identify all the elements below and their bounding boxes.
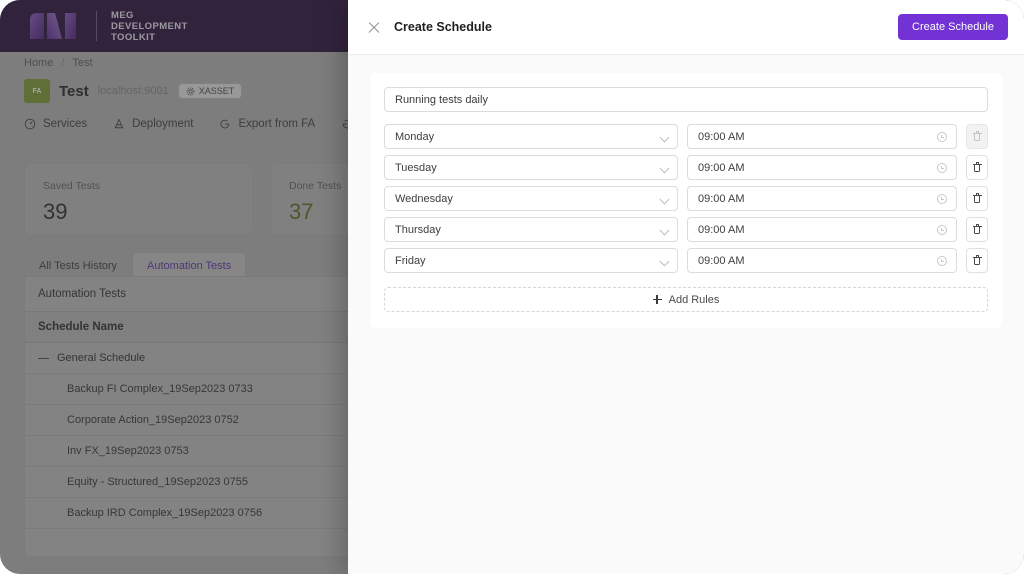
add-rules-label: Add Rules xyxy=(668,293,720,306)
deployment-icon xyxy=(113,118,125,130)
time-input[interactable]: 09:00 AM xyxy=(687,155,957,180)
rule-row: Monday 09:00 AM xyxy=(384,124,988,149)
breadcrumb-separator: / xyxy=(61,57,65,69)
tab-bar: All Tests History Automation Tests xyxy=(24,252,247,279)
gear-icon xyxy=(186,87,195,96)
modal-title: Create Schedule xyxy=(394,20,492,34)
clock-icon xyxy=(937,225,947,235)
rule-row: Wednesday 09:00 AM xyxy=(384,186,988,211)
day-select-value: Friday xyxy=(395,254,426,267)
time-input[interactable]: 09:00 AM xyxy=(687,217,957,242)
trash-icon xyxy=(972,131,982,142)
tab-all-tests-history[interactable]: All Tests History xyxy=(24,252,132,279)
brand-line-2: DEVELOPMENT xyxy=(111,20,188,32)
day-select[interactable]: Friday xyxy=(384,248,678,273)
toolbar-item-services[interactable]: Services xyxy=(24,118,87,130)
time-input[interactable]: 09:00 AM xyxy=(687,186,957,211)
close-icon[interactable] xyxy=(366,19,382,35)
breadcrumb-current: Test xyxy=(72,57,93,69)
table-row-label: Equity - Structured_19Sep2023 0755 xyxy=(67,476,249,488)
project-host: localhost:9001 xyxy=(97,85,169,97)
fa-badge: FA xyxy=(24,79,50,103)
chevron-down-icon xyxy=(660,196,668,204)
rule-row: Tuesday 09:00 AM xyxy=(384,155,988,180)
delete-rule-button[interactable] xyxy=(966,248,988,273)
tab-automation-tests[interactable]: Automation Tests xyxy=(132,252,247,279)
time-input-value: 09:00 AM xyxy=(698,254,745,267)
trash-icon xyxy=(972,193,982,204)
app-window: MEG DEVELOPMENT TOOLKIT Home / Test FA T… xyxy=(0,0,1024,574)
trash-icon xyxy=(972,162,982,173)
table-row-label: Corporate Action_19Sep2023 0752 xyxy=(67,414,239,426)
add-rules-button[interactable]: Add Rules xyxy=(384,287,988,312)
day-select-value: Wednesday xyxy=(395,192,453,205)
plus-icon xyxy=(652,295,662,304)
clock-dashboard-icon xyxy=(24,118,36,130)
time-input-value: 09:00 AM xyxy=(698,161,745,174)
project-title-row: FA Test localhost:9001 XASSET xyxy=(24,79,243,103)
minus-icon[interactable] xyxy=(38,353,49,364)
clock-icon xyxy=(937,132,947,142)
time-input[interactable]: 09:00 AM xyxy=(687,248,957,273)
toolbar: Services Deployment Export from FA xyxy=(24,118,393,130)
breadcrumb-home[interactable]: Home xyxy=(24,57,53,69)
chevron-down-icon xyxy=(660,227,668,235)
logo-divider xyxy=(96,11,97,41)
create-schedule-modal: Create Schedule Create Schedule Monday xyxy=(348,0,1024,574)
chevron-down-icon xyxy=(660,258,668,266)
xasset-chip[interactable]: XASSET xyxy=(177,83,243,99)
time-input[interactable]: 09:00 AM xyxy=(687,124,957,149)
day-select[interactable]: Thursday xyxy=(384,217,678,242)
clock-icon xyxy=(937,163,947,173)
delete-rule-button[interactable] xyxy=(966,186,988,211)
toolbar-item-deployment[interactable]: Deployment xyxy=(113,118,193,130)
export-icon xyxy=(219,118,231,130)
schedule-name-input[interactable] xyxy=(384,87,988,112)
trash-icon xyxy=(972,255,982,266)
rule-row: Friday 09:00 AM xyxy=(384,248,988,273)
day-select-value: Tuesday xyxy=(395,161,437,174)
rule-row: Thursday 09:00 AM xyxy=(384,217,988,242)
delete-rule-button[interactable] xyxy=(966,217,988,242)
table-row-label: General Schedule xyxy=(57,352,146,364)
xasset-chip-label: XASSET xyxy=(198,86,235,96)
table-row-label: Inv FX_19Sep2023 0753 xyxy=(67,445,189,457)
stat-card-saved-tests: Saved Tests 39 xyxy=(24,163,253,236)
toolbar-label: Services xyxy=(43,118,88,130)
delete-rule-button[interactable] xyxy=(966,155,988,180)
trash-icon xyxy=(972,224,982,235)
table-row-label: Backup IRD Complex_19Sep2023 0756 xyxy=(67,507,263,519)
chevron-down-icon xyxy=(660,134,668,142)
breadcrumb: Home / Test xyxy=(24,57,93,69)
schedule-form-card: Monday 09:00 AM xyxy=(370,73,1002,328)
toolbar-item-export-from-fa[interactable]: Export from FA xyxy=(219,118,315,130)
brand-line-1: MEG xyxy=(111,9,134,21)
stat-value: 39 xyxy=(43,199,68,224)
time-input-value: 09:00 AM xyxy=(698,223,745,236)
create-schedule-button[interactable]: Create Schedule xyxy=(898,14,1008,40)
toolbar-label: Deployment xyxy=(132,118,194,130)
day-select[interactable]: Tuesday xyxy=(384,155,678,180)
clock-icon xyxy=(937,194,947,204)
chevron-down-icon xyxy=(660,165,668,173)
toolbar-label: Export from FA xyxy=(238,118,316,130)
brand-line-3: TOOLKIT xyxy=(111,31,156,43)
delete-rule-button xyxy=(966,124,988,149)
modal-body: Monday 09:00 AM xyxy=(348,55,1024,328)
day-select-value: Monday xyxy=(395,130,435,143)
time-input-value: 09:00 AM xyxy=(698,130,745,143)
day-select[interactable]: Wednesday xyxy=(384,186,678,211)
page-title: Test xyxy=(59,82,89,100)
screenshot-root: MEG DEVELOPMENT TOOLKIT Home / Test FA T… xyxy=(0,0,1024,574)
meg-logo-icon xyxy=(28,11,84,41)
brand-name: MEG DEVELOPMENT TOOLKIT xyxy=(111,10,188,43)
table-row-label: Backup FI Complex_19Sep2023 0733 xyxy=(67,383,253,395)
rules-list: Monday 09:00 AM Tuesday 09:00 AM Wednesd… xyxy=(384,124,988,273)
day-select[interactable]: Monday xyxy=(384,124,678,149)
clock-icon xyxy=(937,256,947,266)
day-select-value: Thursday xyxy=(395,223,441,236)
stat-label: Saved Tests xyxy=(43,180,101,192)
time-input-value: 09:00 AM xyxy=(698,192,745,205)
modal-header: Create Schedule Create Schedule xyxy=(348,0,1024,55)
